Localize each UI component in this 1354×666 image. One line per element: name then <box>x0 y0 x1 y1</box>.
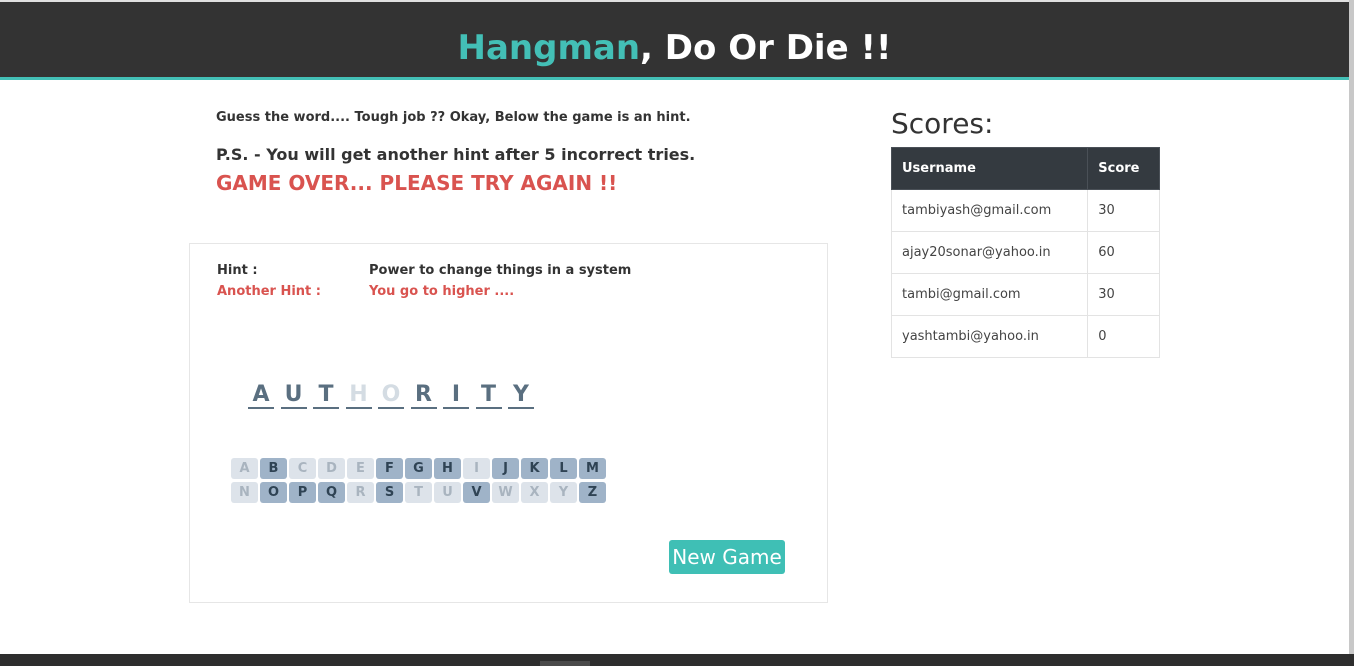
title-accent: Hangman <box>457 28 641 68</box>
word-letter: U <box>280 382 307 409</box>
letter-key-i: I <box>463 458 490 479</box>
hint-value: Power to change things in a system <box>369 263 632 278</box>
table-row: tambi@gmail.com 30 <box>890 273 1160 316</box>
page-header: Hangman, Do Or Die !! <box>0 0 1349 80</box>
letter-key-w: W <box>492 482 519 503</box>
letter-key-k[interactable]: K <box>521 458 548 479</box>
title-rest: , Do Or Die !! <box>640 28 892 68</box>
intro-text: Guess the word.... Tough job ?? Okay, Be… <box>216 110 691 125</box>
score-cell: 0 <box>1087 315 1160 358</box>
word-letter: Y <box>508 382 534 409</box>
bottom-bar <box>0 654 1354 666</box>
letter-key-h[interactable]: H <box>434 458 461 479</box>
keyboard-row-1: ABCDEFGHIJKLM <box>231 458 608 479</box>
letter-key-d: D <box>318 458 345 479</box>
game-panel: Hint : Power to change things in a syste… <box>189 243 828 603</box>
username-cell: tambi@gmail.com <box>890 273 1089 316</box>
letter-key-q[interactable]: Q <box>318 482 345 503</box>
username-cell: yashtambi@yahoo.in <box>890 315 1089 358</box>
scores-header-row: Username Score <box>890 147 1160 190</box>
letter-key-t: T <box>405 482 432 503</box>
column-header-username: Username <box>890 147 1089 190</box>
page-title: Hangman, Do Or Die !! <box>0 2 1349 78</box>
another-hint-value: You go to higher .... <box>369 284 515 299</box>
letter-key-o[interactable]: O <box>260 482 287 503</box>
letter-key-j[interactable]: J <box>492 458 519 479</box>
word-letter: T <box>475 382 502 409</box>
letter-keyboard: ABCDEFGHIJKLM NOPQRSTUVWXYZ <box>231 458 608 506</box>
word-letter: T <box>313 382 339 409</box>
letter-key-x: X <box>521 482 548 503</box>
score-cell: 30 <box>1087 273 1160 316</box>
word-letter: H <box>345 382 372 409</box>
word-letter: A <box>248 382 274 409</box>
letter-key-s[interactable]: S <box>376 482 403 503</box>
table-row: tambiyash@gmail.com 30 <box>890 189 1160 232</box>
hint-label: Hint : <box>217 263 258 278</box>
word-display: AUTHORITY <box>248 382 541 409</box>
letter-key-z[interactable]: Z <box>579 482 606 503</box>
bottom-bar-mark <box>540 661 590 666</box>
username-cell: tambiyash@gmail.com <box>890 189 1089 232</box>
letter-key-b[interactable]: B <box>260 458 287 479</box>
letter-key-p[interactable]: P <box>289 482 316 503</box>
scores-title: Scores: <box>891 107 994 140</box>
letter-key-g[interactable]: G <box>405 458 432 479</box>
column-header-score: Score <box>1087 147 1160 190</box>
new-game-button[interactable]: New Game <box>669 540 785 574</box>
table-row: yashtambi@yahoo.in 0 <box>890 315 1160 358</box>
letter-key-a: A <box>231 458 258 479</box>
hint-notice: P.S. - You will get another hint after 5… <box>216 145 696 164</box>
letter-key-n: N <box>231 482 258 503</box>
word-letter: O <box>378 382 404 409</box>
intro-section: Guess the word.... Tough job ?? Okay, Be… <box>216 110 695 195</box>
username-cell: ajay20sonar@yahoo.in <box>890 231 1089 274</box>
scores-table: Username Score tambiyash@gmail.com 30 aj… <box>890 147 1160 358</box>
scrollbar-thumb[interactable] <box>1349 0 1354 654</box>
letter-key-y: Y <box>550 482 577 503</box>
word-letter: I <box>443 382 469 409</box>
letter-key-c: C <box>289 458 316 479</box>
table-row: ajay20sonar@yahoo.in 60 <box>890 231 1160 274</box>
letter-key-r: R <box>347 482 374 503</box>
letter-key-e: E <box>347 458 374 479</box>
another-hint-label: Another Hint : <box>217 284 321 299</box>
game-over-message: GAME OVER... PLEASE TRY AGAIN !! <box>216 171 618 195</box>
score-cell: 60 <box>1087 231 1160 274</box>
word-letter: R <box>410 382 437 409</box>
vertical-scrollbar[interactable] <box>1349 0 1354 654</box>
score-cell: 30 <box>1087 189 1160 232</box>
letter-key-u: U <box>434 482 461 503</box>
keyboard-row-2: NOPQRSTUVWXYZ <box>231 482 608 503</box>
letter-key-f[interactable]: F <box>376 458 403 479</box>
letter-key-v[interactable]: V <box>463 482 490 503</box>
letter-key-m[interactable]: M <box>579 458 606 479</box>
letter-key-l[interactable]: L <box>550 458 577 479</box>
